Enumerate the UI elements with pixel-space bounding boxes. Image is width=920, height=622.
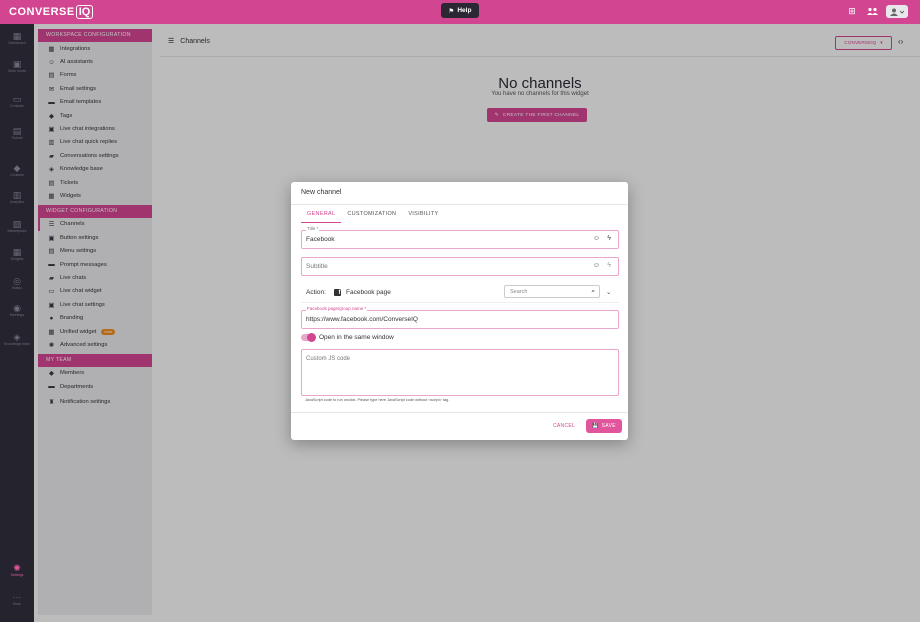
rail-label: Work mode xyxy=(8,69,26,73)
emoji-icon[interactable]: ☺ xyxy=(593,262,600,269)
meeting-icon: ◉ xyxy=(13,303,21,313)
grid-icon: ▦ xyxy=(12,31,22,41)
chat-icon: ▭ xyxy=(12,94,22,104)
tab-customization[interactable]: CUSTOMIZATION xyxy=(341,209,402,223)
rail-label: Status xyxy=(12,286,22,290)
check-icon: ◎ xyxy=(13,276,21,286)
dialog-title: New channel xyxy=(301,189,342,196)
subtitle-field[interactable]: Subtitle ☺ ϟ xyxy=(301,257,619,276)
main-nav-rail: ▦ Dashboard ▣ Work mode ▭ Contacts ▤ Tickets… xyxy=(0,24,34,622)
subtitle-placeholder: Subtitle xyxy=(306,263,328,270)
tab-general[interactable]: GENERAL xyxy=(301,209,342,223)
title-field[interactable]: Title * Facebook ☺ ϟ xyxy=(301,226,619,249)
lightning-icon[interactable]: ϟ xyxy=(607,235,611,242)
divider xyxy=(291,412,628,413)
gear-icon: ✺ xyxy=(13,563,21,573)
help-label: Help xyxy=(457,7,472,14)
rail-item-marketplace[interactable]: ▧ Marketplace xyxy=(0,219,34,233)
lightning-icon[interactable]: ϟ xyxy=(607,262,611,269)
rail-item-status[interactable]: ◎ Status xyxy=(0,276,34,290)
app-logo[interactable]: CONVERSE IQ xyxy=(9,4,94,20)
rail-item-dashboard[interactable]: ▦ Dashboard xyxy=(0,31,34,45)
ticket-icon: ▤ xyxy=(12,126,22,136)
floppy-icon: 💾 xyxy=(592,423,599,429)
rail-label: Contacts xyxy=(10,104,24,108)
rail-item-contacts[interactable]: ◆ Contacts xyxy=(0,163,34,177)
rail-label: Widgets xyxy=(10,257,24,261)
chevron-down-icon[interactable]: ⌄ xyxy=(606,288,611,296)
logo-text: CONVERSE xyxy=(9,6,75,18)
same-window-toggle-row: Open in the same window xyxy=(301,332,394,342)
team-icon[interactable] xyxy=(866,6,878,18)
rail-item-more[interactable]: ··· More xyxy=(0,592,34,606)
layout-icon: ▣ xyxy=(12,59,22,69)
facebook-page-field[interactable]: Facebook page/group name * https://www.f… xyxy=(301,306,619,329)
custom-js-placeholder: Custom JS code xyxy=(306,356,351,362)
rail-item-live-chat[interactable]: ▭ Contacts xyxy=(0,94,34,108)
facebook-icon: f xyxy=(334,289,341,296)
custom-js-hint: JavaScript code to run onclick. Please t… xyxy=(305,398,450,402)
rail-label: Marketplace xyxy=(7,229,27,233)
store-icon: ▧ xyxy=(12,219,22,229)
top-bar: CONVERSE IQ ⚑ Help ⊞ xyxy=(0,0,920,24)
save-button[interactable]: 💾 SAVE xyxy=(586,419,622,433)
action-value[interactable]: Facebook page xyxy=(346,289,391,296)
people-icon: ◆ xyxy=(13,163,21,173)
widget-icon: ▦ xyxy=(12,247,22,257)
search-placeholder: Search xyxy=(510,289,528,295)
rail-item-knowledge-base[interactable]: ◈ Knowledge base xyxy=(0,332,34,346)
divider xyxy=(291,204,628,205)
tab-visibility[interactable]: VISIBILITY xyxy=(402,209,444,223)
rail-label: Tickets xyxy=(11,136,23,140)
new-channel-dialog: New channel GENERAL CUSTOMIZATION VISIBI… xyxy=(291,182,628,440)
user-avatar[interactable] xyxy=(886,5,908,18)
facebook-page-label: Facebook page/group name * xyxy=(306,306,368,311)
rail-label: Contacts xyxy=(10,173,24,177)
rail-label: More xyxy=(13,602,21,606)
logo-suffix: IQ xyxy=(75,5,94,19)
action-search-input[interactable]: Search ⌕ xyxy=(504,285,600,298)
same-window-toggle[interactable] xyxy=(301,332,316,342)
emoji-icon[interactable]: ☺ xyxy=(593,235,600,242)
flag-icon: ⚑ xyxy=(448,7,455,15)
search-icon: ⌕ xyxy=(591,288,595,295)
custom-js-textarea[interactable]: Custom JS code xyxy=(301,349,619,396)
rail-label: Knowledge base xyxy=(4,342,30,346)
facebook-page-value: https://www.facebook.com/ConverseIQ xyxy=(306,316,418,323)
rail-label: Dashboard xyxy=(8,41,26,45)
help-button[interactable]: ⚑ Help xyxy=(441,3,479,18)
more-icon: ··· xyxy=(12,592,22,602)
rail-item-tickets[interactable]: ▤ Tickets xyxy=(0,126,34,140)
rail-label: Settings xyxy=(10,573,24,577)
rail-label: Analytics xyxy=(9,200,24,204)
rail-item-widgets[interactable]: ▦ Widgets xyxy=(0,247,34,261)
title-field-label: Title * xyxy=(306,226,320,231)
cancel-button[interactable]: CANCEL xyxy=(553,423,575,429)
dialog-tabs: GENERAL CUSTOMIZATION VISIBILITY xyxy=(301,209,445,223)
action-label: Action: xyxy=(306,289,326,296)
rail-item-meetings[interactable]: ◉ Meetings xyxy=(0,303,34,317)
toggle-knob xyxy=(307,332,316,342)
rail-item-work-mode[interactable]: ▣ Work mode xyxy=(0,59,34,73)
rail-item-analytics[interactable]: ▥ Analytics xyxy=(0,190,34,204)
action-row: Action: f Facebook page Search ⌕ ⌄ xyxy=(301,283,619,303)
book-icon: ◈ xyxy=(13,332,21,342)
chart-icon: ▥ xyxy=(12,190,22,200)
rail-item-settings[interactable]: ✺ Settings xyxy=(0,563,34,577)
save-label: SAVE xyxy=(601,423,616,429)
same-window-label: Open in the same window xyxy=(319,333,394,341)
add-icon[interactable]: ⊞ xyxy=(846,6,858,18)
title-field-value: Facebook xyxy=(306,236,335,243)
rail-label: Meetings xyxy=(9,313,25,317)
